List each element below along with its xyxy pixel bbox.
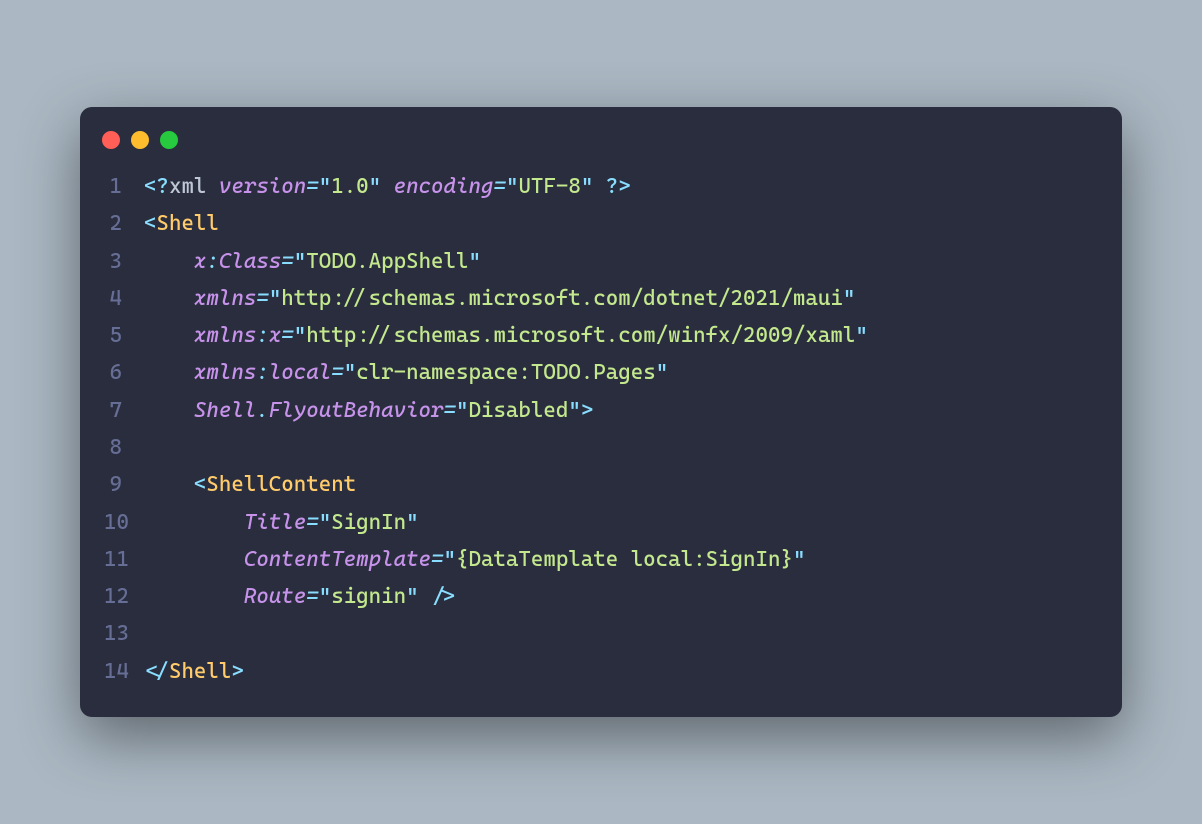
- minimize-icon[interactable]: [131, 131, 149, 149]
- code-line: 10 Title="SignIn": [104, 503, 1098, 540]
- line-content: x:Class="TODO.AppShell": [144, 242, 1098, 279]
- line-content: <ShellContent: [144, 465, 1098, 502]
- line-number: 13: [104, 614, 144, 651]
- code-window: 1 <?xml version="1.0" encoding="UTF-8" ?…: [80, 107, 1122, 717]
- code-line: 3 x:Class="TODO.AppShell": [104, 242, 1098, 279]
- line-number: 4: [104, 279, 144, 316]
- line-content: Shell.FlyoutBehavior="Disabled">: [144, 391, 1098, 428]
- code-line: 7 Shell.FlyoutBehavior="Disabled">: [104, 391, 1098, 428]
- line-content: xmlns:local="clr-namespace:TODO.Pages": [144, 353, 1098, 390]
- code-line: 9 <ShellContent: [104, 465, 1098, 502]
- code-editor[interactable]: 1 <?xml version="1.0" encoding="UTF-8" ?…: [80, 167, 1122, 689]
- line-number: 14: [104, 652, 144, 689]
- close-icon[interactable]: [102, 131, 120, 149]
- code-line: 11 ContentTemplate="{DataTemplate local:…: [104, 540, 1098, 577]
- code-line: 8: [104, 428, 1098, 465]
- line-number: 11: [104, 540, 144, 577]
- code-line: 4 xmlns="http://schemas.microsoft.com/do…: [104, 279, 1098, 316]
- line-content: ContentTemplate="{DataTemplate local:Sig…: [144, 540, 1098, 577]
- line-content: </Shell>: [144, 652, 1098, 689]
- code-line: 2 <Shell: [104, 204, 1098, 241]
- code-line: 6 xmlns:local="clr-namespace:TODO.Pages": [104, 353, 1098, 390]
- line-number: 3: [104, 242, 144, 279]
- line-content: <?xml version="1.0" encoding="UTF-8" ?>: [144, 167, 1098, 204]
- line-content: [144, 428, 1098, 465]
- line-number: 12: [104, 577, 144, 614]
- line-number: 7: [104, 391, 144, 428]
- line-content: Title="SignIn": [144, 503, 1098, 540]
- line-number: 5: [104, 316, 144, 353]
- line-number: 8: [104, 428, 144, 465]
- line-content: xmlns:x="http://schemas.microsoft.com/wi…: [144, 316, 1098, 353]
- code-line: 1 <?xml version="1.0" encoding="UTF-8" ?…: [104, 167, 1098, 204]
- line-content: xmlns="http://schemas.microsoft.com/dotn…: [144, 279, 1098, 316]
- code-line: 5 xmlns:x="http://schemas.microsoft.com/…: [104, 316, 1098, 353]
- line-number: 6: [104, 353, 144, 390]
- zoom-icon[interactable]: [160, 131, 178, 149]
- line-content: Route="signin" />: [144, 577, 1098, 614]
- line-number: 9: [104, 465, 144, 502]
- line-number: 2: [104, 204, 144, 241]
- line-number: 1: [104, 167, 144, 204]
- code-line: 13: [104, 614, 1098, 651]
- code-line: 14 </Shell>: [104, 652, 1098, 689]
- line-number: 10: [104, 503, 144, 540]
- line-content: <Shell: [144, 204, 1098, 241]
- window-titlebar: [80, 127, 1122, 167]
- code-line: 12 Route="signin" />: [104, 577, 1098, 614]
- line-content: [144, 614, 1098, 651]
